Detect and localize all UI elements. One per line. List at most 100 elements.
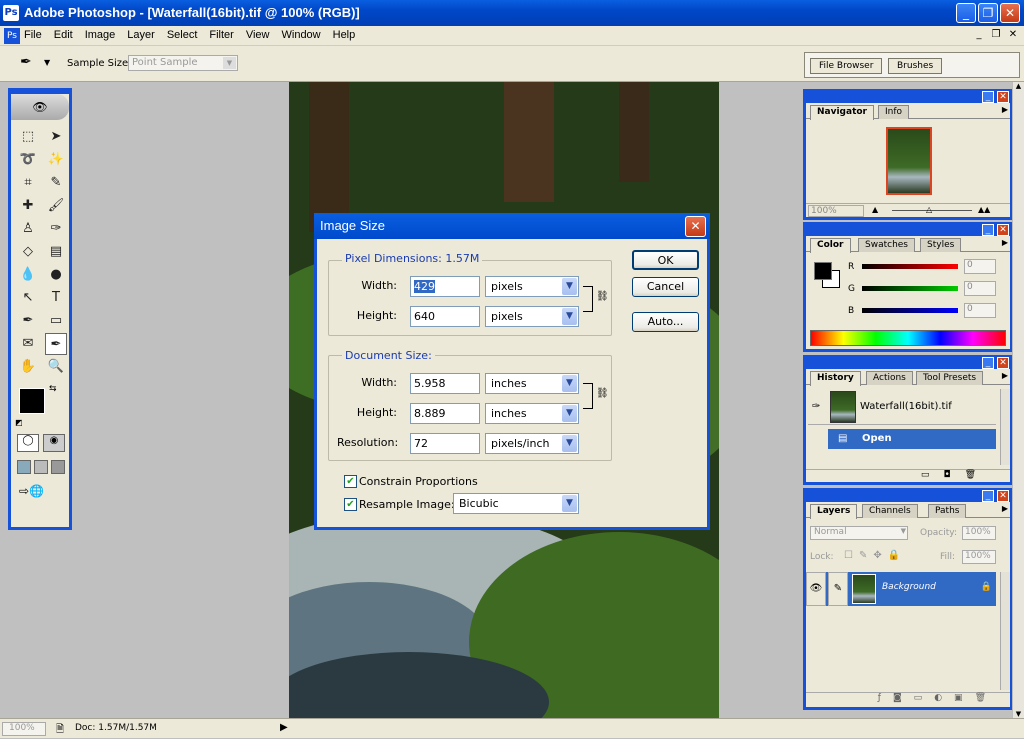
history-brush-tool-icon[interactable]: ✑ — [45, 218, 67, 240]
eraser-tool-icon[interactable]: ◇ — [17, 241, 39, 263]
pixel-width-unit-select[interactable]: pixels ▼ — [485, 276, 579, 297]
scroll-down-icon[interactable]: ▼ — [1013, 710, 1024, 718]
screen-mode-full-menu-icon[interactable] — [34, 460, 48, 474]
minimize-button[interactable]: _ — [956, 3, 976, 23]
restore-button[interactable]: ❐ — [978, 3, 998, 23]
swap-colors-icon[interactable]: ⇆ — [49, 384, 57, 394]
snapshot-camera-icon[interactable]: ◘ — [943, 470, 964, 480]
tab-navigator[interactable]: Navigator — [810, 105, 874, 120]
panel-menu-arrow-icon[interactable]: ▶ — [1002, 105, 1008, 114]
well-tab-brushes[interactable]: Brushes — [888, 58, 943, 74]
history-state-open[interactable]: ▤ Open — [828, 429, 996, 449]
adjustment-layer-icon[interactable]: ◐ — [934, 693, 954, 703]
panel-menu-arrow-icon[interactable]: ▶ — [1002, 238, 1008, 247]
layer-mask-icon[interactable]: ◙ — [893, 693, 914, 703]
channel-r-value[interactable]: 0 — [964, 259, 996, 274]
doc-restore-button[interactable]: ❐ — [989, 29, 1003, 42]
standard-mode-icon[interactable]: ◯ — [17, 434, 39, 452]
new-layer-icon[interactable]: ▣ — [954, 693, 975, 703]
foreground-color-swatch[interactable] — [19, 388, 45, 414]
doc-minimize-button[interactable]: _ — [972, 29, 986, 42]
sample-size-select[interactable]: Point Sample ▼ — [128, 55, 238, 71]
menu-filter[interactable]: Filter — [203, 26, 239, 44]
color-foreground-swatch[interactable] — [814, 262, 832, 280]
fill-field[interactable]: 100% — [962, 550, 996, 564]
layer-brush-icon[interactable]: ✎ — [828, 572, 848, 606]
channel-b-slider[interactable] — [862, 308, 958, 313]
pixel-height-input[interactable]: 640 — [410, 306, 480, 327]
adobe-eye-icon[interactable]: 👁 — [11, 94, 69, 120]
new-set-icon[interactable]: ▭ — [914, 693, 935, 703]
zoom-tool-icon[interactable]: 🔍 — [45, 356, 67, 378]
tab-paths[interactable]: Paths — [928, 504, 967, 518]
tab-actions[interactable]: Actions — [866, 371, 913, 385]
pixel-height-unit-select[interactable]: pixels ▼ — [485, 306, 579, 327]
color-ramp[interactable] — [810, 330, 1006, 346]
constrain-proportions-checkbox[interactable]: ✔ — [344, 475, 357, 488]
magic-wand-tool-icon[interactable]: ✨ — [45, 149, 67, 171]
resample-method-select[interactable]: Bicubic ▼ — [453, 493, 579, 514]
workspace-scrollbar[interactable]: ▲ ▼ — [1012, 82, 1024, 718]
layer-style-icon[interactable]: ƒ — [878, 693, 893, 703]
panel-close-button[interactable]: ✕ — [997, 490, 1009, 502]
trash-icon[interactable]: 🗑 — [975, 693, 998, 703]
tab-layers[interactable]: Layers — [810, 504, 858, 519]
doc-width-input[interactable]: 5.958 — [410, 373, 480, 394]
lock-icons[interactable]: ☐✎✥🔒 — [844, 550, 906, 561]
menu-edit[interactable]: Edit — [48, 26, 79, 44]
tab-tool-presets[interactable]: Tool Presets — [916, 371, 984, 385]
panel-close-button[interactable]: ✕ — [997, 357, 1009, 369]
resample-image-checkbox[interactable]: ✔ — [344, 498, 357, 511]
panel-minimize-button[interactable]: _ — [982, 224, 994, 236]
history-scrollbar[interactable] — [1000, 389, 1010, 465]
pen-tool-icon[interactable]: ✒ — [17, 310, 39, 332]
tab-channels[interactable]: Channels — [862, 504, 918, 518]
dodge-tool-icon[interactable]: ● — [45, 264, 67, 286]
trash-icon[interactable]: 🗑 — [965, 470, 990, 480]
screen-mode-standard-icon[interactable] — [17, 460, 31, 474]
scroll-up-icon[interactable]: ▲ — [1013, 82, 1024, 90]
panel-close-button[interactable]: ✕ — [997, 91, 1009, 103]
tab-styles[interactable]: Styles — [920, 238, 962, 252]
zoom-in-icon[interactable]: ▲▲ — [978, 205, 990, 214]
well-tab-file-browser[interactable]: File Browser — [810, 58, 883, 74]
menu-window[interactable]: Window — [276, 26, 327, 44]
history-brush-source-icon[interactable]: ✑ — [812, 401, 820, 412]
menu-select[interactable]: Select — [161, 26, 204, 44]
doc-height-input[interactable]: 8.889 — [410, 403, 480, 424]
layer-row-background[interactable]: 👁 ✎ Background 🔒 — [806, 572, 996, 606]
tab-history[interactable]: History — [810, 371, 861, 386]
panel-minimize-button[interactable]: _ — [982, 91, 994, 103]
doc-close-button[interactable]: ✕ — [1006, 29, 1020, 42]
quick-mask-icon[interactable]: ◉ — [43, 434, 65, 452]
slice-tool-icon[interactable]: ✎ — [45, 172, 67, 194]
channel-b-value[interactable]: 0 — [964, 303, 996, 318]
shape-tool-icon[interactable]: ▭ — [45, 310, 67, 332]
zoom-out-icon[interactable]: ▲ — [872, 205, 878, 214]
dialog-close-button[interactable]: ✕ — [685, 216, 706, 237]
panel-close-button[interactable]: ✕ — [997, 224, 1009, 236]
menu-image[interactable]: Image — [79, 26, 122, 44]
history-snapshot[interactable]: ✑ Waterfall(16bit).tif — [808, 389, 996, 425]
type-tool-icon[interactable]: T — [45, 287, 67, 309]
layer-visibility-eye-icon[interactable]: 👁 — [806, 572, 826, 606]
gradient-tool-icon[interactable]: ▤ — [45, 241, 67, 263]
pixel-width-input[interactable]: 429 — [410, 276, 480, 297]
blend-mode-select[interactable]: Normal ▼ — [810, 526, 908, 540]
path-selection-tool-icon[interactable]: ↖ — [17, 287, 39, 309]
status-menu-arrow-icon[interactable]: ▶ — [280, 722, 288, 733]
jump-to-imageready-icon[interactable]: ⇨🌐 — [19, 484, 59, 502]
blur-tool-icon[interactable]: 💧 — [17, 264, 39, 286]
resolution-input[interactable]: 72 — [410, 433, 480, 454]
document-icon[interactable]: Ps — [4, 28, 20, 44]
cancel-button[interactable]: Cancel — [632, 277, 699, 297]
tab-color[interactable]: Color — [810, 238, 851, 253]
menu-help[interactable]: Help — [327, 26, 362, 44]
navigator-zoom-field[interactable]: 100% — [808, 205, 864, 217]
tab-swatches[interactable]: Swatches — [858, 238, 915, 252]
doc-height-unit-select[interactable]: inches ▼ — [485, 403, 579, 424]
tool-preset-chevron-icon[interactable]: ▼ — [44, 58, 50, 67]
navigator-thumbnail[interactable] — [886, 127, 932, 195]
resolution-unit-select[interactable]: pixels/inch ▼ — [485, 433, 579, 454]
hand-tool-icon[interactable]: ✋ — [17, 356, 39, 378]
